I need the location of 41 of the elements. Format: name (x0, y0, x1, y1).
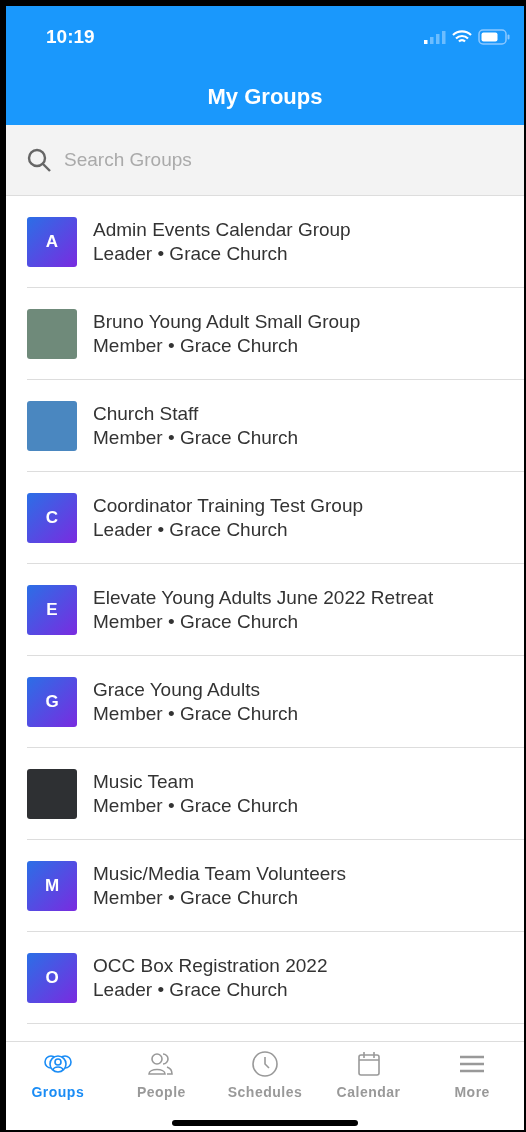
group-row[interactable]: O OCC Box Registration 2022 Leader • Grace Church (27, 932, 524, 1024)
group-name: Grace Young Adults (93, 678, 261, 701)
group-row[interactable]: G Grace Young Adults Member • Grace Church (27, 656, 524, 748)
group-role: Member • Grace Church (93, 610, 300, 633)
group-name: Music/Media Team Volunteers (93, 862, 347, 885)
group-name: Bruno Young Adult Small Group (93, 310, 361, 333)
group-name: Music Team (93, 770, 195, 793)
group-row[interactable]: Music Team Member • Grace Church (27, 748, 524, 840)
group-role: Member • Grace Church (93, 886, 300, 909)
group-avatar: M (27, 860, 77, 911)
battery-icon (478, 29, 510, 45)
group-row[interactable]: A Admin Events Calendar Group Leader • Grace Church (27, 196, 524, 288)
group-name: Elevate Young Adults June 2022 Retreat (93, 586, 434, 609)
group-row[interactable]: C Coordinator Training Test Group Leader • Grace Church (27, 472, 524, 564)
status-time: 10:19 (46, 26, 95, 48)
group-row[interactable]: M Music/Media Team Volunteers Member • Grace Church (27, 840, 524, 932)
group-name: Admin Events Calendar Group (93, 218, 351, 241)
group-avatar: G (27, 676, 77, 727)
group-role: Leader • Grace Church (93, 978, 289, 1001)
group-role: Member • Grace Church (93, 426, 299, 449)
group-name: Coordinator Training Test Group (93, 494, 364, 517)
group-role: Leader • Grace Church (93, 518, 289, 541)
signal-icon (424, 30, 446, 44)
group-role: Member • Grace Church (93, 334, 300, 357)
clock-icon (250, 1050, 280, 1078)
page-title: My Groups (206, 83, 324, 111)
wifi-icon (452, 29, 472, 45)
group-role: Member • Grace Church (93, 702, 299, 725)
group-avatar: C (27, 492, 77, 543)
group-row[interactable]: E Elevate Young Adults June 2022 Retreat Member • Grace Church (27, 564, 524, 656)
group-row[interactable]: Bruno Young Adult Small Group Member • Grace Church (27, 288, 524, 380)
group-avatar: E (27, 584, 77, 635)
search-field[interactable]: Search Groups (6, 125, 524, 196)
group-name: Church Staff (93, 402, 200, 425)
group-role: Leader • Grace Church (93, 242, 289, 265)
group-row[interactable]: Church Staff Member • Grace Church (27, 380, 524, 472)
group-role: Member • Grace Church (93, 794, 299, 817)
group-avatar: O (27, 952, 77, 1003)
group-name: OCC Box Registration 2022 (93, 954, 328, 977)
group-avatar: A (27, 216, 77, 267)
search-icon (26, 147, 52, 173)
